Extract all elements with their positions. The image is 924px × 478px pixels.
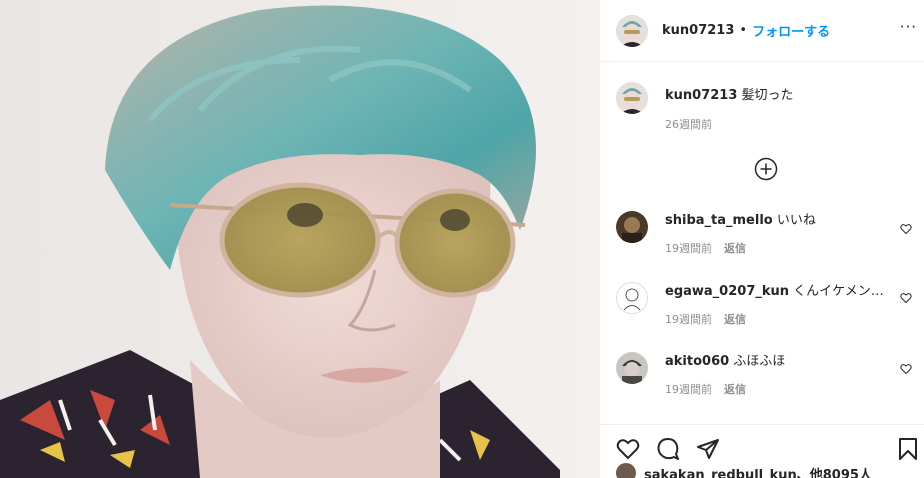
comment-text: ふほふほ xyxy=(733,354,786,369)
comment-time[interactable]: 19週間前 xyxy=(665,311,712,329)
heart-icon[interactable] xyxy=(900,363,912,375)
comment-username[interactable]: shiba_ta_mello xyxy=(665,213,773,228)
liker-avatar xyxy=(616,463,636,478)
separator-dot: • xyxy=(739,23,748,38)
caption-username[interactable]: kun07213 xyxy=(665,88,737,103)
post-caption: kun07213 髪切った 26週間前 xyxy=(616,82,794,134)
caption-avatar[interactable] xyxy=(616,82,648,114)
more-icon[interactable]: ··· xyxy=(900,18,917,36)
selfie-image xyxy=(0,0,599,478)
comment-icon[interactable] xyxy=(656,437,680,461)
comment-text: いいね xyxy=(776,213,816,228)
like-heart-icon[interactable] xyxy=(616,437,640,461)
caption-time[interactable]: 26週間前 xyxy=(665,116,794,134)
instagram-post-view: kun07213 • フォローする ··· kun07213 髪切った 26週間… xyxy=(0,0,924,478)
author-username[interactable]: kun07213 xyxy=(662,23,734,38)
commenter-avatar[interactable] xyxy=(616,352,648,384)
load-more-icon[interactable] xyxy=(754,157,778,181)
comment-item: akito060 ふほふほ 19週間前 返信 xyxy=(616,352,916,399)
comment-username[interactable]: akito060 xyxy=(665,354,729,369)
reply-button[interactable]: 返信 xyxy=(724,381,746,399)
comment-time[interactable]: 19週間前 xyxy=(665,240,712,258)
reply-button[interactable]: 返信 xyxy=(724,240,746,258)
author-avatar[interactable] xyxy=(616,14,648,47)
comment-item: egawa_0207_kun くんイケメン… 19週間前 返信 xyxy=(616,282,916,329)
reply-button[interactable]: 返信 xyxy=(724,311,746,329)
comment-time[interactable]: 19週間前 xyxy=(665,381,712,399)
comment-text: くんイケメン… xyxy=(793,284,884,299)
bookmark-icon[interactable] xyxy=(896,437,920,461)
follow-button[interactable]: フォローする xyxy=(752,21,830,40)
heart-icon[interactable] xyxy=(900,292,912,304)
heart-icon[interactable] xyxy=(900,223,912,235)
post-sidebar: kun07213 • フォローする ··· kun07213 髪切った 26週間… xyxy=(599,0,924,478)
post-photo[interactable] xyxy=(0,0,599,478)
commenter-avatar[interactable] xyxy=(616,282,648,314)
likes-text: sakakan_redbull_kun、他8095人 xyxy=(644,467,872,478)
likes-summary[interactable]: sakakan_redbull_kun、他8095人 xyxy=(616,463,872,478)
share-icon[interactable] xyxy=(696,437,720,461)
post-header: kun07213 • フォローする ··· xyxy=(600,0,924,62)
comment-item: shiba_ta_mello いいね 19週間前 返信 xyxy=(616,211,916,258)
commenter-avatar[interactable] xyxy=(616,211,648,243)
caption-text: 髪切った xyxy=(741,88,794,103)
comment-username[interactable]: egawa_0207_kun xyxy=(665,284,789,299)
